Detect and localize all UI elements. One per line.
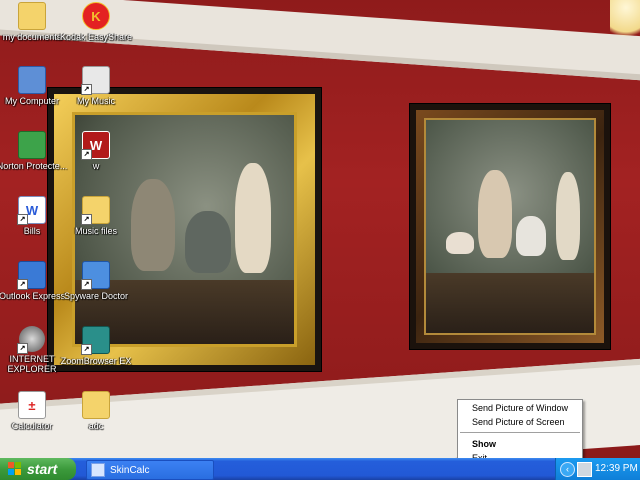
desktop-icon-adc[interactable]: adc xyxy=(59,391,133,431)
desktop-icon-label: Music files xyxy=(74,226,117,236)
desktop-icon-label: Kodak EasyShare xyxy=(59,32,133,42)
taskbar-button-skincalc[interactable]: SkinCalc xyxy=(86,460,214,480)
desktop-icon-label: ZoomBrowser EX xyxy=(60,356,132,366)
calculator-icon: ± xyxy=(18,391,46,419)
menu-item-show[interactable]: Show xyxy=(458,436,582,450)
desktop-icon-label: My Music xyxy=(77,96,115,106)
start-label: start xyxy=(27,461,58,477)
taskbar: start SkinCalc ‹ 12:39 PM xyxy=(0,458,640,480)
desktop-icon-spyware-doctor[interactable]: ↗ Spyware Doctor xyxy=(59,261,133,301)
clock[interactable]: 12:39 PM xyxy=(595,463,638,474)
desktop-icon-music-files[interactable]: ↗ Music files xyxy=(59,196,133,236)
w-app-icon: W ↗ xyxy=(81,131,110,160)
taskbar-button-label: SkinCalc xyxy=(110,464,150,476)
tray-context-menu: Send Picture of Window Send Picture of S… xyxy=(457,399,583,460)
music-icon: ↗ xyxy=(81,66,110,95)
kodak-icon: K xyxy=(82,2,110,30)
start-button[interactable]: start xyxy=(0,458,76,480)
spyware-doctor-icon: ↗ xyxy=(81,261,110,290)
desktop-icon-label: Spyware Doctor xyxy=(63,291,129,301)
recycle-bin-icon xyxy=(18,131,46,159)
outlook-express-icon: ↗ xyxy=(17,261,46,290)
desktop-icon-label: w xyxy=(92,161,100,171)
folder-icon xyxy=(82,391,110,419)
skincalc-app-icon xyxy=(91,463,105,477)
desktop-icon-w[interactable]: W ↗ w xyxy=(59,131,133,171)
zoombrowser-icon: ↗ xyxy=(81,326,110,355)
desktop-icon-zoombrowser[interactable]: ↗ ZoomBrowser EX xyxy=(59,326,133,366)
menu-item-send-picture-of-screen[interactable]: Send Picture of Screen xyxy=(458,414,582,428)
tray-app-icon[interactable] xyxy=(577,462,592,477)
windows-flag-icon xyxy=(8,462,22,476)
internet-explorer-icon: ↗ xyxy=(17,326,45,354)
painting-right xyxy=(409,103,611,350)
wall-lamp xyxy=(610,0,640,40)
menu-item-send-picture-of-window[interactable]: Send Picture of Window xyxy=(458,400,582,414)
folder-documents-icon xyxy=(18,2,46,30)
show-hidden-icons-button[interactable]: ‹ xyxy=(560,462,575,477)
desktop-icon-kodak-easyshare[interactable]: K Kodak EasyShare xyxy=(59,2,133,42)
computer-icon xyxy=(18,66,46,94)
desktop-icon-my-music[interactable]: ↗ My Music xyxy=(59,66,133,106)
desktop-icon-label: adc xyxy=(88,421,104,431)
word-document-icon: W ↗ xyxy=(17,196,46,225)
menu-separator xyxy=(460,432,580,433)
folder-icon: ↗ xyxy=(81,196,110,225)
system-tray: ‹ 12:39 PM xyxy=(555,458,640,480)
